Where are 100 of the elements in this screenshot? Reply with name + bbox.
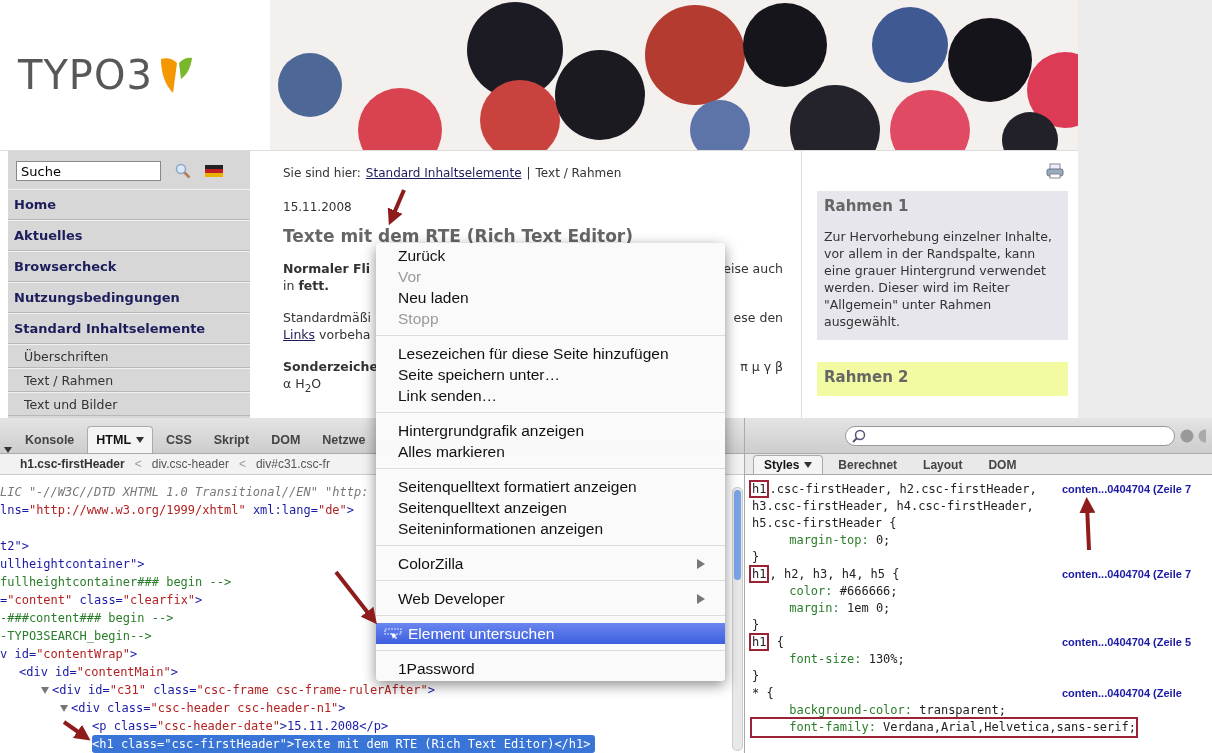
breadcrumb-link[interactable]: Standard Inhaltselemente: [365, 166, 522, 180]
nav-item[interactable]: Aktuelles: [8, 220, 250, 251]
text-link[interactable]: Links: [283, 327, 316, 342]
menu-item[interactable]: Neu laden: [376, 287, 725, 308]
menu-item[interactable]: 1Password: [376, 658, 725, 679]
source-link[interactable]: conten...0404704 (Zeile 5: [1062, 635, 1191, 648]
logo-mark-icon: [158, 55, 193, 95]
devtools-tab[interactable]: Styles: [753, 455, 824, 474]
menu-item[interactable]: Lesezeichen für diese Seite hinzufügen: [376, 343, 725, 364]
css-selector: h3.csc-firstHeader, h4.csc-firstHeader,: [752, 498, 1035, 515]
date-text: 15.11.2008: [283, 200, 353, 214]
nav-item[interactable]: Standard Inhaltselemente: [8, 313, 250, 344]
menu-item[interactable]: Zurück: [376, 245, 725, 266]
css-selector: h1 , h2, h3, h4, h5 {: [752, 566, 1062, 583]
menu-item[interactable]: Hintergrundgrafik anzeigen: [376, 420, 725, 441]
nav-item[interactable]: Nutzungsbedingungen: [8, 282, 250, 313]
css-declaration[interactable]: margin-top: 0;: [752, 532, 891, 549]
code-line[interactable]: ullheightcontainer">: [0, 555, 149, 573]
css-declaration[interactable]: background-color: transparent;: [752, 702, 1006, 719]
paragraph-text: Links vorbeha: [283, 327, 371, 344]
expanded-triangle-icon[interactable]: [57, 703, 71, 713]
menu-item[interactable]: Alles markieren: [376, 441, 725, 462]
inspect-icon: [384, 627, 402, 640]
breadcrumb-current: Text / Rahmen: [535, 166, 622, 180]
css-declaration[interactable]: margin: 1em 0;: [752, 600, 891, 617]
search-field[interactable]: Suche: [16, 161, 161, 181]
page-heading: Texte mit dem RTE (Rich Text Editor): [283, 226, 634, 246]
menu-item[interactable]: Seite speichern unter…: [376, 364, 725, 385]
code-line[interactable]: t2">: [0, 537, 33, 555]
frame-title: Rahmen 1: [824, 197, 910, 215]
frame-title: Rahmen 2: [824, 368, 910, 386]
css-declaration[interactable]: font-size: 130%;: [752, 651, 905, 668]
search-icon: [852, 428, 866, 443]
arrow: [62, 720, 91, 741]
source-link[interactable]: conten...0404704 (Zeile: [1062, 686, 1182, 699]
arrow: [387, 189, 406, 226]
devtools-tab[interactable]: Layout: [912, 455, 974, 474]
menu-item[interactable]: Seitenquelltext formatiert anzeigen: [376, 476, 725, 497]
code-line[interactable]: v id="contentWrap">: [0, 645, 142, 663]
expanded-triangle-icon[interactable]: [38, 685, 52, 695]
devtools-tab[interactable]: CSS: [157, 426, 201, 453]
nav-subitem[interactable]: Text / Rahmen: [8, 368, 250, 392]
nav-item[interactable]: Browsercheck: [8, 251, 250, 282]
caret-icon: [804, 462, 813, 468]
search-icon[interactable]: [175, 163, 191, 179]
paragraph-text: Sonderzeiche: [283, 359, 378, 376]
devtools-tab[interactable]: DOM: [262, 426, 310, 453]
paragraph-text: α H$_{2}$O: [283, 376, 322, 393]
submenu-arrow-icon: [697, 558, 705, 569]
code-line[interactable]: <div id="contentMain">: [19, 663, 182, 681]
devtools-tab[interactable]: HTML: [87, 426, 154, 453]
devtools-tab[interactable]: Konsole: [16, 426, 84, 453]
frame-text: Zur Hervorhebung einzelner Inhalte, vor allem in der Randspalte, kann eine grauer Hintergrund verwendet werden. Dieser wird im Reiter "Allgemein" unter Rahmen ausgewählt.: [824, 228, 1053, 330]
nav-subitem[interactable]: Überschriften: [8, 344, 250, 368]
menu-item[interactable]: ColorZilla: [376, 553, 725, 574]
element-crumb[interactable]: div.csc-header: [151, 457, 229, 471]
code-line[interactable]: -TYPO3SEARCH_begin-->: [0, 627, 156, 645]
devtools-tab[interactable]: Berechnet: [827, 455, 909, 474]
element-crumb[interactable]: div#c31.csc-fr: [255, 457, 330, 471]
flag-icon[interactable]: [205, 165, 223, 177]
circle-button-icon[interactable]: [1198, 428, 1206, 443]
devtools-tab[interactable]: Skript: [204, 426, 259, 453]
css-brace: }: [752, 549, 761, 566]
source-link[interactable]: conten...0404704 (Zeile 7: [1062, 482, 1191, 495]
printer-icon[interactable]: [1046, 163, 1064, 179]
source-link[interactable]: conten...0404704 (Zeile 7: [1062, 567, 1191, 580]
paragraph-text: eise auch: [723, 261, 783, 278]
code-line[interactable]: <div id="c31" class="csc-frame csc-frame-rulerAfter">: [38, 681, 439, 699]
menu-item[interactable]: Web Developer: [376, 588, 725, 609]
menu-item[interactable]: Link senden…: [376, 385, 725, 406]
code-line[interactable]: lns="http://www.w3.org/1999/xhtml" xml:lang="de">: [0, 501, 359, 519]
css-selector: h5.csc-firstHeader {: [752, 515, 898, 532]
nav-subitem[interactable]: Text und Bilder: [8, 392, 250, 416]
logo-text: TYPO3: [18, 52, 153, 98]
nav-item[interactable]: Home: [8, 189, 250, 220]
menu-item[interactable]: Seitenquelltext anzeigen: [376, 497, 725, 518]
submenu-arrow-icon: [697, 593, 705, 604]
crumb-separator: <: [238, 457, 246, 471]
arrow: [334, 570, 377, 625]
css-brace: }: [752, 617, 761, 634]
code-line[interactable]: LIC "-//W3C//DTD XHTML 1.0 Transitional//EN" "http:: [0, 483, 373, 501]
code-line[interactable]: ="content" class="clearfix">: [0, 591, 207, 609]
css-declaration[interactable]: font-family: Verdana,Arial,Helvetica,sans-serif;: [752, 719, 1136, 736]
devtools-tab[interactable]: DOM: [977, 455, 1028, 474]
paragraph-text: Normaler Fli: [283, 261, 371, 278]
paragraph-text: ese den: [733, 310, 783, 327]
code-line[interactable]: fullheightcontainer### begin -->: [0, 573, 236, 591]
menu-item[interactable]: Element untersuchen: [376, 623, 725, 644]
menu-item[interactable]: Seiteninformationen anzeigen: [376, 518, 725, 539]
code-line[interactable]: <p class="csc-header-date">15.11.2008</p>: [92, 717, 393, 735]
devtools-tab[interactable]: Netzwe: [313, 426, 375, 453]
search-field[interactable]: [845, 425, 1175, 446]
scrollbar[interactable]: [732, 487, 743, 751]
code-line[interactable]: -###content### begin -->: [0, 609, 178, 627]
arrow: [1079, 497, 1096, 551]
caret-icon: [136, 437, 145, 443]
circle-button-icon[interactable]: [1180, 428, 1194, 443]
code-line[interactable]: <div class="csc-header csc-header-n1">: [57, 699, 350, 717]
element-crumb[interactable]: h1.csc-firstHeader: [20, 457, 125, 471]
css-declaration[interactable]: color: #666666;: [752, 583, 898, 600]
